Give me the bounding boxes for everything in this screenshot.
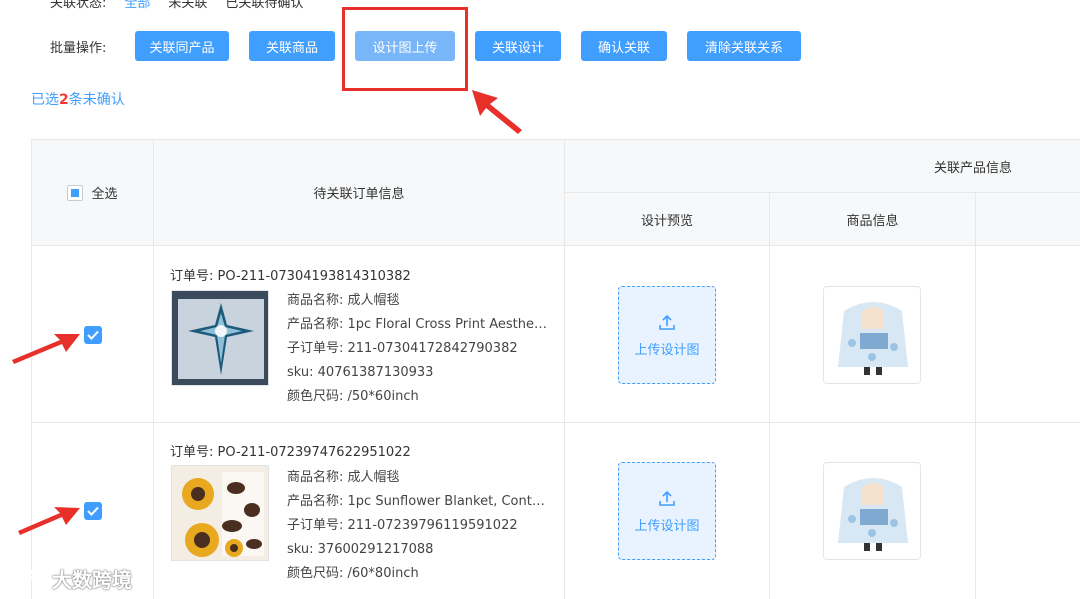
upload-icon bbox=[659, 314, 675, 330]
row-1-sku: sku: 40761387130933 bbox=[287, 365, 434, 380]
filter-status-row: 关联状态: 全部 未关联 已关联待确认 bbox=[50, 0, 303, 11]
row-2-size: 颜色尺码: /60*80inch bbox=[287, 566, 419, 581]
header-select-all[interactable]: 全选 bbox=[31, 140, 154, 246]
header-extra-column bbox=[976, 193, 1080, 246]
upload-icon bbox=[659, 490, 675, 506]
row-2-sku: sku: 37600291217088 bbox=[287, 542, 434, 557]
row-2-extra-cell bbox=[976, 423, 1080, 599]
watermark-logo: 大数跨境 bbox=[8, 564, 132, 593]
watermark-text: 大数跨境 bbox=[52, 568, 132, 592]
batch-label: 批量操作: bbox=[50, 40, 107, 56]
link-goods-button[interactable]: 关联商品 bbox=[249, 31, 335, 61]
row-1-size: 颜色尺码: /50*60inch bbox=[287, 389, 419, 404]
clear-link-button[interactable]: 清除关联关系 bbox=[687, 31, 801, 61]
selection-info: 已选2条未确认 bbox=[31, 89, 125, 109]
row-2-goods-name: 商品名称: 成人帽毯 bbox=[287, 470, 400, 485]
row-1-upload-design[interactable]: 上传设计图 bbox=[618, 286, 716, 384]
row-2-product-cell bbox=[770, 423, 976, 599]
header-linked-product-group: 关联产品信息 bbox=[565, 140, 1080, 193]
select-all-label: 全选 bbox=[91, 187, 118, 202]
row-2-checkbox[interactable] bbox=[84, 502, 102, 520]
row-1-goods-name: 商品名称: 成人帽毯 bbox=[287, 293, 400, 308]
row-1-checkbox[interactable] bbox=[84, 326, 102, 344]
link-design-button[interactable]: 关联设计 bbox=[475, 31, 561, 61]
annotation-arrow-icon bbox=[472, 90, 522, 134]
order-table: 全选 待关联订单信息 关联产品信息 设计预览 商品信息 订单号: PO-211-… bbox=[31, 139, 1080, 599]
row-2-order-details: 商品名称: 成人帽毯 产品名称: 1pc Sunflower Blanket, … bbox=[287, 466, 547, 586]
row-2-sub-order: 子订单号: 211-07239796119591022 bbox=[287, 518, 518, 533]
filter-option-pending[interactable]: 已关联待确认 bbox=[225, 0, 303, 11]
row-1-extra-cell bbox=[976, 246, 1080, 423]
select-all-checkbox[interactable] bbox=[67, 184, 84, 201]
filter-option-all[interactable]: 全部 bbox=[124, 0, 150, 11]
row-1-product-name: 产品名称: 1pc Floral Cross Print Aesthet... bbox=[287, 317, 547, 332]
row-1-upload-label: 上传设计图 bbox=[634, 342, 700, 358]
link-same-product-button[interactable]: 关联同产品 bbox=[135, 31, 229, 61]
header-design-preview: 设计预览 bbox=[565, 193, 770, 246]
selection-count: 2 bbox=[59, 92, 69, 108]
row-1-product-image[interactable] bbox=[823, 286, 921, 384]
row-2-order-thumbnail bbox=[171, 465, 269, 561]
selection-prefix: 已选 bbox=[31, 92, 59, 108]
filter-option-unlinked[interactable]: 未关联 bbox=[168, 0, 207, 11]
row-2-order-no: 订单号: PO-211-07239747622951022 bbox=[170, 445, 411, 460]
annotation-highlight-box bbox=[342, 7, 468, 91]
row-1-design-cell: 上传设计图 bbox=[565, 246, 770, 423]
filter-label: 关联状态: bbox=[50, 0, 107, 11]
row-1-order-thumbnail bbox=[171, 290, 269, 386]
row-2-upload-design[interactable]: 上传设计图 bbox=[618, 462, 716, 560]
header-product-info: 商品信息 bbox=[770, 193, 976, 246]
header-order-info: 待关联订单信息 bbox=[154, 140, 565, 246]
row-2-product-name: 产品名称: 1pc Sunflower Blanket, Conte... bbox=[287, 494, 547, 509]
header-linked-product-label: 关联产品信息 bbox=[934, 160, 1013, 176]
batch-operations: 批量操作: bbox=[50, 31, 127, 61]
annotation-arrow-icon bbox=[12, 334, 80, 364]
row-2-upload-label: 上传设计图 bbox=[634, 518, 700, 534]
row-2-design-cell: 上传设计图 bbox=[565, 423, 770, 599]
confirm-link-button[interactable]: 确认关联 bbox=[581, 31, 667, 61]
row-1-product-cell bbox=[770, 246, 976, 423]
selection-suffix: 条未确认 bbox=[68, 92, 125, 108]
row-2-order-cell: 订单号: PO-211-07239747622951022 商品名称: 成人帽毯… bbox=[154, 423, 565, 599]
row-1-order-cell: 订单号: PO-211-07304193814310382 商品名称: 成人帽毯… bbox=[154, 246, 565, 423]
row-1-order-no: 订单号: PO-211-07304193814310382 bbox=[170, 269, 411, 284]
watermark-icon bbox=[10, 569, 48, 587]
row-1-sub-order: 子订单号: 211-07304172842790382 bbox=[287, 341, 518, 356]
row-2-product-image[interactable] bbox=[823, 462, 921, 560]
annotation-arrow-icon bbox=[18, 507, 80, 535]
row-1-order-details: 商品名称: 成人帽毯 产品名称: 1pc Floral Cross Print … bbox=[287, 289, 547, 409]
